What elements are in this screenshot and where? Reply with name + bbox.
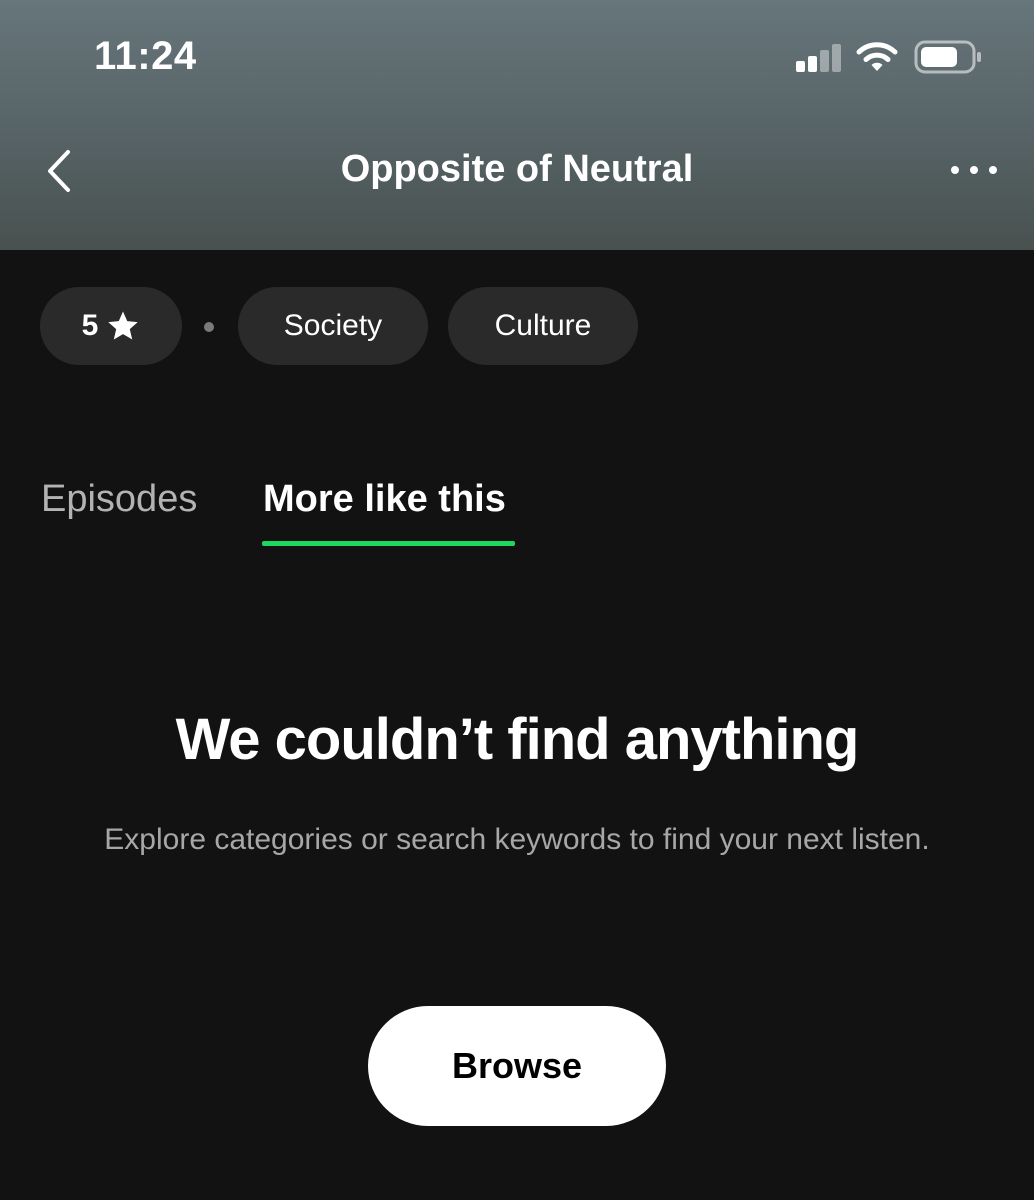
wifi-icon (856, 42, 898, 71)
header: 11:24 Opposite of Neutral (0, 0, 1034, 250)
active-tab-indicator (262, 541, 515, 546)
category-chip-society[interactable]: Society (238, 287, 428, 365)
page-title: Opposite of Neutral (340, 148, 694, 190)
tab-more-like-this[interactable]: More like this (263, 478, 506, 521)
rating-value: 5 (81, 309, 99, 342)
rating-chip[interactable]: 5 (40, 287, 182, 365)
browse-button[interactable]: Browse (368, 1006, 666, 1126)
status-time: 11:24 (94, 34, 197, 78)
category-chip-culture[interactable]: Culture (448, 287, 638, 365)
battery-icon (914, 40, 981, 74)
separator-dot (204, 322, 214, 332)
more-horizontal-icon (951, 166, 997, 174)
more-options-button[interactable] (944, 156, 1004, 186)
cellular-signal-icon (794, 42, 844, 72)
star-icon (108, 311, 139, 340)
empty-state-message: Explore categories or search keywords to… (104, 823, 930, 856)
status-icons (794, 38, 994, 78)
tab-episodes[interactable]: Episodes (41, 478, 197, 521)
empty-state-title: We couldn’t find anything (175, 707, 860, 772)
